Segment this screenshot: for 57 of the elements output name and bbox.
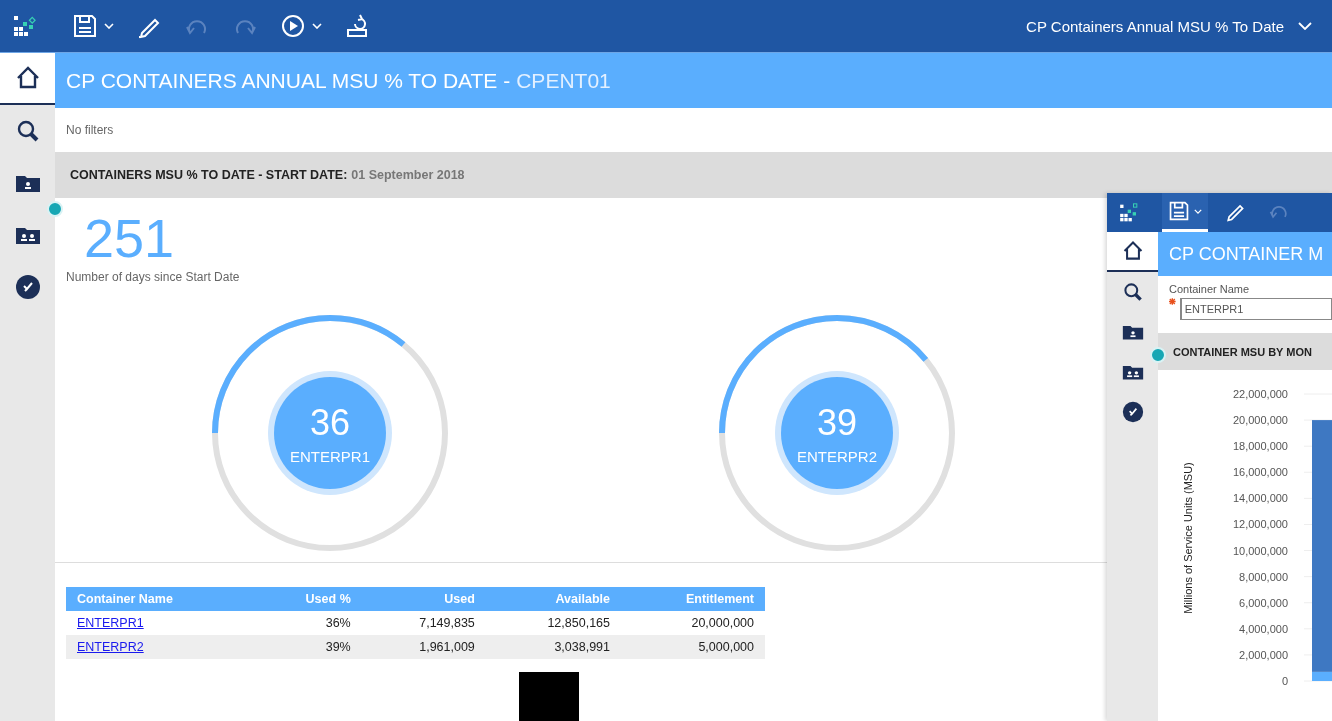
container-name-field[interactable]: ENTERPR1 (1179, 298, 1332, 320)
report-title: CP CONTAINER M (1169, 243, 1324, 265)
column-header: Used (361, 587, 486, 611)
table-cell: 12,850,165 (485, 611, 621, 635)
axis-tick-label: 20,000,000 (1232, 414, 1288, 427)
axis-tick-label: 16,000,000 (1232, 466, 1288, 479)
table-cell: 1,961,009 (361, 635, 486, 659)
caret-icon (1194, 208, 1202, 214)
table-cell: 5,000,000 (621, 635, 765, 659)
column-header: Available (485, 587, 621, 611)
tray-arrow-icon (344, 13, 370, 39)
axis-tick-label: 4,000,000 (1239, 622, 1288, 635)
report-menu[interactable]: CP Containers Annual MSU % To Date (1020, 16, 1318, 36)
start-date: 01 September 2018 (351, 168, 465, 182)
axis-tick-label: 2,000,000 (1239, 648, 1288, 661)
axis-tick-label: 8,000,000 (1239, 570, 1288, 583)
section-title: CONTAINERS MSU % TO DATE - START DATE: (70, 168, 348, 182)
save-icon (72, 13, 98, 39)
axis-tick-label: 0 (1281, 675, 1288, 687)
table-cell: 7,149,835 (361, 611, 486, 635)
section-title: CONTAINER MSU BY MON (1173, 345, 1312, 358)
axis-tick-label: 22,000,000 (1232, 388, 1288, 400)
report-context: CPENT01 (516, 68, 611, 93)
column-header: Container Name (66, 587, 255, 611)
home-icon (1121, 240, 1144, 262)
field-label: Container Name (1169, 283, 1251, 295)
axis-tick-label: 18,000,000 (1232, 440, 1288, 453)
status-dot-icon (47, 201, 63, 217)
gauge-label: ENTERPR1 (290, 447, 370, 465)
axis-tick-label: 12,000,000 (1232, 518, 1288, 531)
gauge-label: ENTERPR2 (797, 447, 877, 465)
gauge-value: 36 (309, 401, 350, 444)
kpi-caption: Number of days since Start Date (66, 270, 241, 284)
filters-text: No filters (66, 123, 114, 137)
kpi-value: 251 (84, 210, 175, 266)
axis-tick-label: 6,000,000 (1239, 596, 1288, 609)
axis-tick-label: 14,000,000 (1232, 492, 1288, 505)
table-cell: 36% (254, 611, 362, 635)
save-icon (1168, 200, 1190, 222)
search-icon (1121, 281, 1144, 303)
chevron-down-icon (1298, 22, 1312, 30)
report-title: CP CONTAINERS ANNUAL MSU % TO DATE - (66, 68, 511, 93)
gauge-value: 39 (816, 401, 857, 444)
home-button[interactable] (0, 53, 55, 105)
status-dot-icon (1150, 347, 1166, 363)
redaction-block (519, 672, 579, 721)
axis-title: Millions of Service Units (MSU) (1182, 462, 1194, 614)
table-cell: 39% (254, 635, 362, 659)
home-button[interactable] (1107, 232, 1158, 272)
table-cell: 20,000,000 (621, 611, 765, 635)
table-cell: 3,038,991 (485, 635, 621, 659)
play-icon (280, 13, 306, 39)
save-button[interactable] (1162, 193, 1208, 232)
column-header: Used % (254, 587, 362, 611)
axis-tick-label: 10,000,000 (1232, 544, 1288, 557)
container-link[interactable]: ENTERPR1 (77, 616, 144, 630)
column-header: Entitlement (621, 587, 765, 611)
